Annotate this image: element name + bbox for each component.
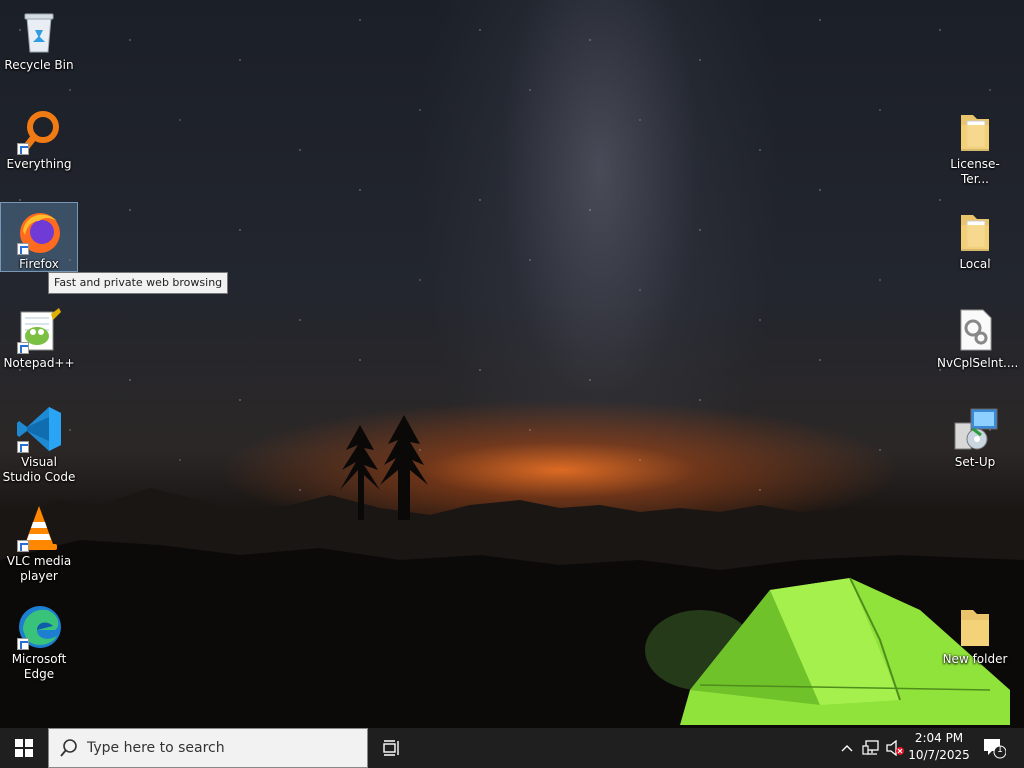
desktop-icon-setup[interactable]: Set-Up xyxy=(937,401,1013,473)
vlc-icon xyxy=(15,504,63,552)
shortcut-arrow-icon xyxy=(17,540,29,552)
desktop-icon-new-folder[interactable]: New folder xyxy=(937,598,1013,670)
search-icon xyxy=(60,739,77,757)
desktop-icon-firefox[interactable]: Firefox xyxy=(0,202,78,272)
setup-installer-icon xyxy=(951,405,999,453)
desktop-icon-recycle-bin[interactable]: Recycle Bin xyxy=(1,4,77,76)
desktop-icon-nvcpl-file[interactable]: NvCplSelnt.... xyxy=(937,302,1019,374)
desktop-icon-label: Firefox xyxy=(19,257,59,271)
vscode-icon xyxy=(15,405,63,453)
tooltip: Fast and private web browsing xyxy=(48,272,229,294)
desktop-icon-label: NvCplSelnt.... xyxy=(937,356,1019,370)
shortcut-arrow-icon xyxy=(17,143,29,155)
desktop-icon-vlc[interactable]: VLC media player xyxy=(1,500,77,586)
desktop-icon-label: Local xyxy=(959,257,991,271)
task-view-icon xyxy=(383,740,399,756)
desktop-icon-everything[interactable]: Everything xyxy=(1,103,77,175)
folder-icon xyxy=(951,207,999,255)
volume-muted-icon xyxy=(886,740,904,756)
show-hidden-icons-button[interactable] xyxy=(836,728,858,768)
desktop-icon-label: VLC media player xyxy=(6,554,72,583)
desktop-icon-label: Everything xyxy=(6,157,72,171)
volume-button[interactable] xyxy=(884,728,906,768)
desktop-icon-label: Visual Studio Code xyxy=(2,455,76,484)
shortcut-arrow-icon xyxy=(17,243,29,255)
notepad-plus-plus-icon xyxy=(15,306,63,354)
desktop-icon-edge[interactable]: Microsoft Edge xyxy=(1,598,77,684)
everything-search-icon xyxy=(15,107,63,155)
desktop-icon-license-folder[interactable]: License-Ter... xyxy=(937,103,1013,186)
taskbar: Type here to search 2:04 PM 10/7/2025 1 xyxy=(0,728,1024,768)
search-placeholder: Type here to search xyxy=(87,740,225,756)
start-button[interactable] xyxy=(0,728,48,768)
desktop-icon-local-folder[interactable]: Local xyxy=(937,203,1013,275)
folder-icon xyxy=(951,107,999,155)
firefox-icon xyxy=(15,207,63,255)
recycle-bin-icon xyxy=(15,8,63,56)
desktop-icon-label: License-Ter... xyxy=(950,157,1000,186)
action-center-button[interactable]: 1 xyxy=(978,728,1010,768)
chevron-up-icon xyxy=(841,745,853,752)
taskbar-search-box[interactable]: Type here to search xyxy=(48,728,368,768)
network-icon xyxy=(862,740,879,755)
shortcut-arrow-icon xyxy=(17,441,29,453)
network-button[interactable] xyxy=(859,728,883,768)
folder-icon xyxy=(951,602,999,650)
desktop-icon-label: Microsoft Edge xyxy=(11,652,67,681)
task-view-button[interactable] xyxy=(376,728,408,768)
clock-date: 10/7/2025 xyxy=(908,748,970,762)
clock[interactable]: 2:04 PM 10/7/2025 xyxy=(907,730,971,764)
desktop-icon-label: New folder xyxy=(942,652,1008,666)
shortcut-arrow-icon xyxy=(17,342,29,354)
desktop-icon-notepad-plus-plus[interactable]: Notepad++ xyxy=(1,302,77,374)
windows-start-icon xyxy=(15,739,33,757)
desktop-icon-label: Recycle Bin xyxy=(4,58,74,72)
shortcut-arrow-icon xyxy=(17,638,29,650)
clock-time: 2:04 PM xyxy=(914,731,964,745)
edge-icon xyxy=(15,602,63,650)
desktop-icon-label: Set-Up xyxy=(954,455,996,469)
desktop[interactable]: Recycle Bin Everything Firefox Fast and … xyxy=(0,0,1024,728)
desktop-icon-label: Notepad++ xyxy=(3,356,75,370)
settings-file-icon xyxy=(951,306,999,354)
desktop-icon-vscode[interactable]: Visual Studio Code xyxy=(1,401,77,487)
notification-count: 1 xyxy=(997,745,1003,755)
wallpaper-landscape xyxy=(0,415,1024,728)
